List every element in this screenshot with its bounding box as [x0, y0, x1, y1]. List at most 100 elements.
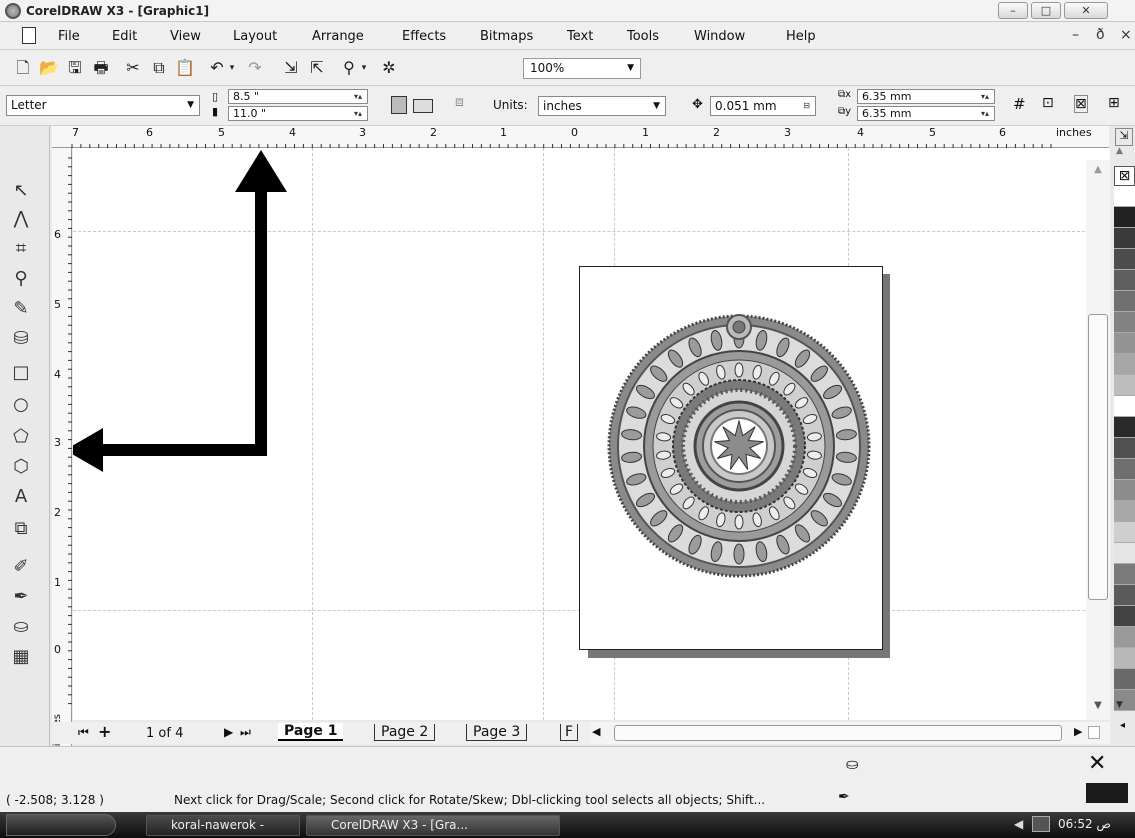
- drawing-canvas[interactable]: ▲: [73, 148, 1110, 720]
- text-tool-icon[interactable]: A: [8, 484, 34, 510]
- duplicate-x-field[interactable]: 6.35 mm ▾▴: [857, 89, 995, 104]
- portrait-icon[interactable]: [391, 96, 407, 114]
- ellipse-tool-icon[interactable]: ○: [8, 392, 34, 418]
- nudge-distance-field[interactable]: 0.051 mm ⊟: [710, 96, 816, 116]
- first-page-icon[interactable]: ⏮: [78, 725, 89, 740]
- spinner-icon[interactable]: ▾▴: [981, 107, 989, 120]
- pick-tool-icon[interactable]: ↖: [8, 178, 34, 204]
- docker-toggle-icon[interactable]: ⇲: [1115, 128, 1133, 146]
- color-swatch[interactable]: [1114, 249, 1135, 270]
- mdi-close-button[interactable]: ×: [1120, 27, 1132, 43]
- spinner-icon[interactable]: ▾▴: [354, 90, 362, 103]
- tab-page-4[interactable]: F: [560, 724, 579, 741]
- undo-icon[interactable]: ↶: [206, 58, 228, 78]
- menu-arrange[interactable]: Arrange: [312, 29, 364, 44]
- vertical-ruler[interactable]: 6 5 4 3 2 1 0 inches: [52, 148, 72, 746]
- color-swatch[interactable]: [1114, 333, 1135, 354]
- minimize-button[interactable]: –: [998, 2, 1028, 19]
- units-select[interactable]: inches ▼: [538, 96, 666, 116]
- menu-file[interactable]: File: [58, 29, 80, 44]
- palette-scroll-down-icon[interactable]: ▼: [1116, 700, 1123, 710]
- horizontal-scroll-thumb[interactable]: [614, 725, 1062, 741]
- color-swatch[interactable]: [1114, 480, 1135, 501]
- color-swatch[interactable]: [1114, 648, 1135, 669]
- color-swatch[interactable]: [1114, 501, 1135, 522]
- vertical-scrollbar[interactable]: ▲ ▼: [1086, 160, 1110, 720]
- page-width-field[interactable]: 8.5 " ▾▴: [228, 89, 368, 104]
- open-icon[interactable]: 📂: [38, 58, 60, 78]
- vertical-scroll-thumb[interactable]: [1088, 314, 1108, 600]
- polygon-tool-icon[interactable]: ⬠: [8, 424, 34, 450]
- zoom-tool-icon[interactable]: ⚲: [8, 266, 34, 292]
- fill-tool-icon[interactable]: ⛀: [8, 614, 34, 640]
- print-icon[interactable]: 🖶: [90, 58, 112, 78]
- scroll-down-button[interactable]: ▼: [1088, 700, 1108, 714]
- palette-scroll-up-icon[interactable]: ▲: [1116, 146, 1123, 156]
- palette-expand-icon[interactable]: ◂: [1120, 720, 1125, 731]
- interactive-fill-tool-icon[interactable]: ▦: [8, 644, 34, 670]
- basic-shapes-tool-icon[interactable]: ⬡: [8, 454, 34, 480]
- paste-icon[interactable]: 📋: [174, 58, 196, 78]
- color-swatch[interactable]: [1114, 396, 1135, 417]
- interactive-blend-tool-icon[interactable]: ⧉: [8, 516, 34, 542]
- color-swatch[interactable]: [1114, 585, 1135, 606]
- mdi-minimize-button[interactable]: –: [1072, 27, 1079, 43]
- color-swatch[interactable]: [1114, 669, 1135, 690]
- taskbar-button-coreldraw[interactable]: CorelDRAW X3 - [Gra...: [306, 815, 560, 836]
- maximize-button[interactable]: □: [1031, 2, 1061, 19]
- scroll-left-button[interactable]: ◀: [592, 725, 600, 738]
- mandala-ornament[interactable]: [606, 313, 872, 579]
- color-swatch[interactable]: [1114, 606, 1135, 627]
- add-page-icon[interactable]: +: [98, 722, 111, 741]
- crop-tool-icon[interactable]: ⌗: [8, 236, 34, 262]
- color-swatch[interactable]: [1114, 543, 1135, 564]
- undo-dropdown-icon[interactable]: ▾: [226, 58, 238, 78]
- color-swatch[interactable]: [1114, 228, 1135, 249]
- spinner-icon[interactable]: ▾▴: [354, 107, 362, 120]
- smart-fill-tool-icon[interactable]: ⛁: [8, 326, 34, 352]
- shape-tool-icon[interactable]: ⋀: [8, 206, 34, 232]
- taskbar-button-word[interactable]: koral-nawerok - Micro...: [146, 815, 300, 838]
- menu-view[interactable]: View: [170, 29, 201, 44]
- freehand-tool-icon[interactable]: ✎: [8, 296, 34, 322]
- no-fill-swatch[interactable]: ⊠: [1114, 166, 1135, 186]
- tray-app-icon[interactable]: [1032, 816, 1050, 832]
- color-swatch[interactable]: [1114, 459, 1135, 480]
- import-icon[interactable]: ⇲: [280, 58, 302, 78]
- outline-tool-icon[interactable]: ✒: [8, 584, 34, 610]
- launcher-dropdown-icon[interactable]: ▾: [358, 58, 370, 78]
- color-swatch[interactable]: [1114, 291, 1135, 312]
- cut-icon[interactable]: ✂: [122, 58, 144, 78]
- color-swatch[interactable]: [1114, 354, 1135, 375]
- copy-icon[interactable]: ⧉: [148, 58, 170, 78]
- menu-bitmaps[interactable]: Bitmaps: [480, 29, 533, 44]
- menu-help[interactable]: Help: [786, 29, 816, 44]
- spinner-icon[interactable]: ⊟: [803, 97, 810, 115]
- new-document-icon[interactable]: 🗋: [12, 58, 34, 78]
- tab-page-2[interactable]: Page 2: [374, 724, 436, 741]
- next-page-icon[interactable]: ▶: [224, 725, 233, 739]
- rectangle-tool-icon[interactable]: □: [8, 360, 34, 386]
- guideline-vertical[interactable]: [543, 148, 544, 720]
- close-button[interactable]: ✕: [1064, 2, 1108, 19]
- duplicate-y-field[interactable]: 6.35 mm ▾▴: [857, 106, 995, 121]
- tab-page-3[interactable]: Page 3: [466, 724, 528, 741]
- zoom-level-select[interactable]: 100% ▼: [523, 58, 641, 79]
- color-swatch[interactable]: [1114, 375, 1135, 396]
- spinner-icon[interactable]: ▾▴: [981, 90, 989, 103]
- menu-effects[interactable]: Effects: [402, 29, 446, 44]
- horizontal-scrollbar[interactable]: ◀ ▶: [590, 722, 1110, 744]
- scroll-right-button[interactable]: ▶: [1074, 725, 1082, 738]
- color-swatch[interactable]: [1114, 186, 1135, 207]
- paper-type-select[interactable]: Letter ▼: [6, 95, 200, 116]
- color-swatch[interactable]: [1114, 312, 1135, 333]
- horizontal-ruler[interactable]: 7 6 5 4 3 2 1 0 1 2 3 4 5 6 inches: [52, 126, 1109, 148]
- color-swatch[interactable]: [1114, 207, 1135, 228]
- snap-to-guidelines-icon[interactable]: ⊠: [1074, 95, 1088, 113]
- mdi-restore-button[interactable]: ð: [1096, 27, 1105, 43]
- scroll-up-button[interactable]: ▲: [1088, 164, 1108, 178]
- start-button[interactable]: [6, 814, 116, 836]
- color-swatch[interactable]: [1114, 270, 1135, 291]
- all-pages-icon[interactable]: ⧈: [455, 94, 464, 110]
- menu-text[interactable]: Text: [567, 29, 593, 44]
